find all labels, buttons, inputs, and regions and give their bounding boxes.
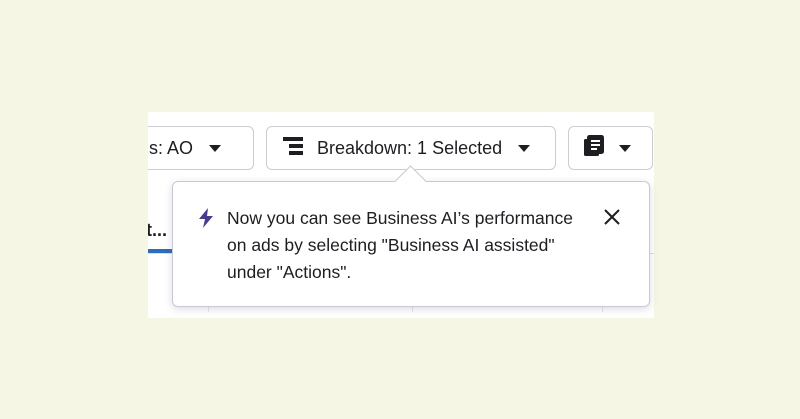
reports-dropdown[interactable] [568, 126, 653, 170]
business-ai-tooltip: Now you can see Business AI’s performanc… [172, 165, 650, 307]
lightning-bolt-icon [197, 208, 215, 233]
caret-down-icon [619, 144, 631, 152]
breakdown-dropdown[interactable]: Breakdown: 1 Selected [266, 126, 556, 170]
columns-label: nns: AO [148, 137, 194, 158]
breakdown-icon [283, 136, 303, 160]
columns-dropdown[interactable]: nns: AO [148, 126, 254, 170]
close-icon[interactable] [601, 206, 623, 228]
caret-down-icon [518, 144, 531, 152]
report-stack-icon [583, 134, 605, 162]
table-column-header[interactable]: t... [148, 220, 167, 241]
tooltip-message: Now you can see Business AI’s performanc… [227, 208, 573, 282]
caret-down-icon [209, 144, 222, 152]
breakdown-label: Breakdown: 1 Selected [317, 137, 503, 158]
